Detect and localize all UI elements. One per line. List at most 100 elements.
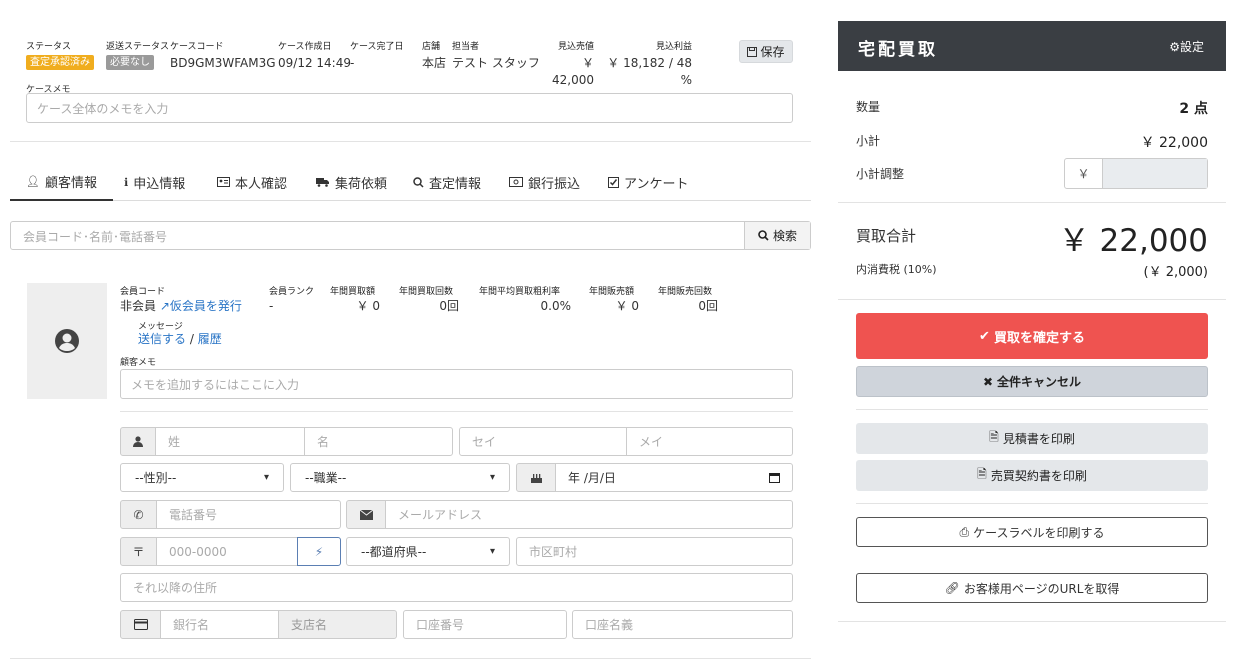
annual-purchase-count: 年間買取回数 0回	[399, 287, 459, 313]
tab-application[interactable]: ℹ 申込情報	[124, 164, 185, 200]
case-code-col: ケースコード BD9GM3WFAM3G	[170, 42, 276, 70]
phone-input[interactable]: 電話番号	[156, 500, 341, 529]
birthday-addon	[516, 463, 556, 492]
customer-memo-input[interactable]: メモを追加するにはここに入力	[120, 369, 793, 399]
message-links: 送信する / 履歴	[138, 332, 222, 346]
tax-row: 内消費税 (10%) (￥ 2,000)	[856, 263, 1208, 280]
last-kana-input[interactable]: セイ	[459, 427, 627, 456]
member-code: 会員コード 非会員 ↗仮会員を発行	[120, 287, 242, 313]
user-icon	[133, 436, 143, 447]
subtotal-adjust-input[interactable]	[1103, 159, 1207, 188]
message-history-link[interactable]: 履歴	[198, 332, 222, 346]
member-rank: 会員ランク -	[269, 287, 315, 313]
avatar	[27, 283, 107, 399]
save-icon	[747, 46, 758, 57]
money-icon	[509, 177, 523, 187]
total-amount: ￥ 22,000	[1058, 223, 1208, 259]
divider	[838, 299, 1226, 300]
gear-icon: ⚙	[1169, 40, 1180, 54]
tab-pickup[interactable]: 集荷依頼	[316, 164, 387, 200]
return-status-badge: 必要なし	[106, 55, 154, 70]
subtotal-adjust-group: ￥	[1064, 158, 1208, 189]
postal-input[interactable]: 000-0000	[156, 537, 298, 566]
return-status-col: 返送ステータス 必要なし	[106, 42, 170, 70]
case-code: BD9GM3WFAM3G	[170, 56, 276, 70]
tab-bar: 👤︎ 顧客情報 ℹ 申込情報 本人確認 集荷依頼 査定情報 銀行振込 アンケート	[10, 164, 811, 201]
save-button[interactable]: 保存	[739, 40, 793, 63]
bank-addon	[120, 610, 161, 639]
case-summary: ステータス 査定承認済み 返送ステータス 必要なし ケースコード BD9GM3W…	[26, 42, 811, 87]
status-badge: 査定承認済み	[26, 55, 94, 70]
subtotal-row: 小計 ￥ 22,000	[856, 134, 1208, 151]
settings-button[interactable]: ⚙設定	[1169, 38, 1204, 55]
print-case-label-button[interactable]: ⎙ ケースラベルを印刷する	[856, 517, 1208, 547]
city-input[interactable]: 市区町村	[516, 537, 793, 566]
id-card-icon	[217, 177, 230, 187]
address-input[interactable]: それ以降の住所	[120, 573, 793, 602]
postal-mark-icon: 〒	[132, 545, 145, 559]
search-button[interactable]: 検索	[744, 222, 810, 249]
tab-survey[interactable]: アンケート	[608, 164, 688, 200]
birthday-cake-icon	[530, 474, 542, 483]
calendar-icon	[769, 473, 780, 483]
print-icon: ⎙	[959, 524, 970, 539]
completed-col: ケース完了日 -	[350, 42, 404, 70]
postal-lookup-button[interactable]: ⚡︎	[297, 537, 341, 566]
divider	[838, 621, 1226, 622]
tab-customer[interactable]: 👤︎ 顧客情報	[10, 164, 113, 201]
yen-addon: ￥	[1065, 159, 1103, 188]
panel-title: 宅配買取	[858, 40, 938, 60]
store-col: 店舗 本店	[422, 42, 447, 70]
link-icon: 🔗︎	[944, 581, 960, 595]
pdf-icon: 🗎︎	[989, 430, 999, 444]
issue-temp-member-link[interactable]: ↗仮会員を発行	[160, 299, 242, 313]
email-addon	[346, 500, 386, 529]
expected-sales-col: 見込売値 ￥ 42,000	[552, 42, 594, 87]
staff-col: 担当者 テスト スタッフ	[452, 42, 540, 70]
status-col: ステータス 査定承認済み	[26, 42, 94, 70]
divider	[856, 503, 1208, 504]
print-contract-button[interactable]: 🗎︎ 売買契約書を印刷	[856, 460, 1208, 491]
last-name-input[interactable]: 姓	[155, 427, 305, 456]
prefecture-select[interactable]: --都道府県-- ▾	[346, 537, 510, 566]
get-customer-url-button[interactable]: 🔗︎ お客様用ページのURLを取得	[856, 573, 1208, 603]
credit-card-icon	[133, 619, 148, 630]
user-icon: 👤︎	[26, 175, 40, 188]
first-kana-input[interactable]: メイ	[626, 427, 793, 456]
tab-bank-transfer[interactable]: 銀行振込	[509, 164, 580, 200]
tab-assessment[interactable]: 査定情報	[413, 164, 481, 200]
account-number-input[interactable]: 口座番号	[403, 610, 567, 639]
occupation-select[interactable]: --職業-- ▾	[290, 463, 510, 492]
divider	[856, 409, 1208, 410]
divider	[120, 411, 793, 412]
external-link-icon: ↗	[159, 299, 170, 313]
phone-addon: ✆	[120, 500, 157, 529]
annual-sales: 年間販売額 ￥ 0	[589, 287, 639, 313]
confirm-purchase-button[interactable]: ✔ 買取を確定する	[856, 313, 1208, 359]
bolt-icon: ⚡︎	[314, 544, 324, 559]
case-memo-input[interactable]: ケース全体のメモを入力	[26, 93, 793, 123]
divider	[10, 141, 811, 142]
birthday-input[interactable]: 年 /月/日	[555, 463, 793, 492]
email-input[interactable]: メールアドレス	[385, 500, 793, 529]
chevron-down-icon: ▾	[489, 472, 495, 483]
times-icon: ✖	[982, 374, 994, 389]
check-icon: ✔	[979, 328, 990, 344]
panel-header: 宅配買取 ⚙設定	[838, 21, 1226, 71]
member-search-input[interactable]: 会員コード･名前･電話番号	[11, 222, 745, 249]
bank-name-input[interactable]: 銀行名	[160, 610, 279, 639]
search-icon	[758, 230, 769, 241]
created-col: ケース作成日 09/12 14:49	[278, 42, 351, 70]
search-icon	[413, 176, 424, 188]
print-estimate-button[interactable]: 🗎︎ 見積書を印刷	[856, 423, 1208, 454]
gender-select[interactable]: --性別-- ▾	[120, 463, 284, 492]
expected-profit-col: 見込利益 ￥ 18,182 / 48 %	[607, 42, 692, 87]
account-name-input[interactable]: 口座名義	[572, 610, 793, 639]
cancel-all-button[interactable]: ✖ 全件キャンセル	[856, 366, 1208, 397]
send-message-link[interactable]: 送信する	[138, 332, 186, 346]
member-search: 会員コード･名前･電話番号 検索	[10, 221, 811, 250]
pdf-icon: 🗎︎	[977, 467, 987, 481]
tab-identity[interactable]: 本人確認	[217, 164, 287, 200]
first-name-input[interactable]: 名	[304, 427, 453, 456]
chevron-down-icon: ▾	[489, 546, 495, 557]
